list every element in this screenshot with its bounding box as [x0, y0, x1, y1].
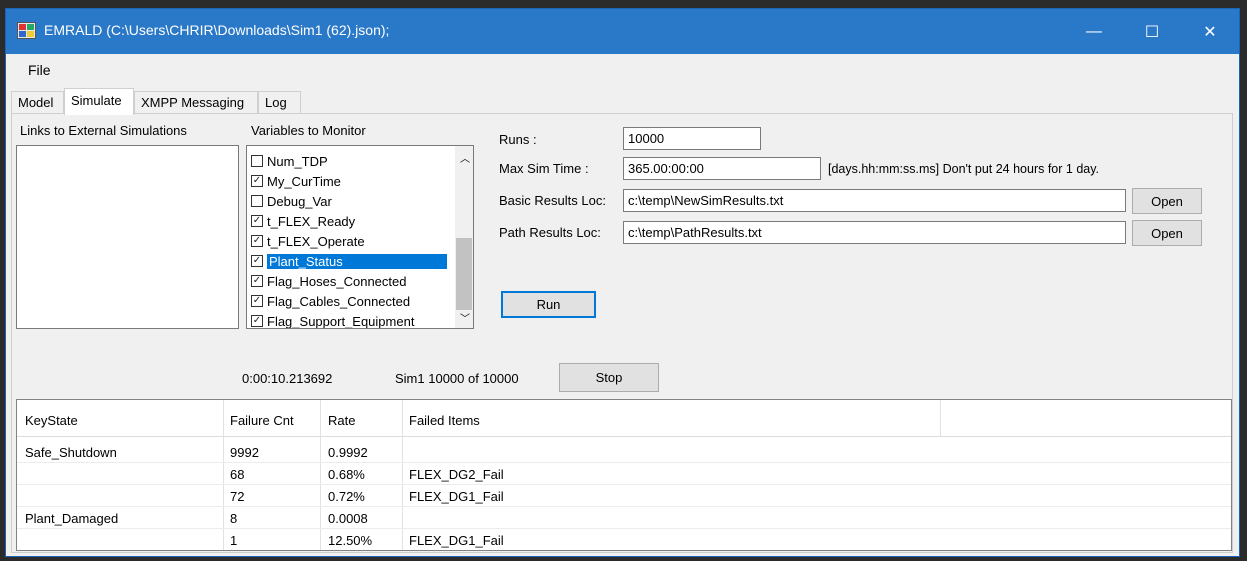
scroll-up-arrow-icon[interactable]: ︿ — [460, 150, 470, 165]
checkbox-icon[interactable] — [251, 195, 263, 207]
table-cell[interactable]: FLEX_DG2_Fail — [409, 467, 504, 482]
external-simulations-list[interactable] — [16, 145, 239, 329]
variable-name: t_FLEX_Ready — [267, 213, 356, 229]
runs-input[interactable]: 10000 — [623, 127, 761, 150]
variable-item[interactable]: ✓ Flag_Hoses_Connected — [251, 271, 406, 291]
column-header-failed-items[interactable]: Failed Items — [409, 413, 480, 428]
open-path-results-button[interactable]: Open — [1132, 220, 1202, 246]
variable-name: Flag_Hoses_Connected — [267, 273, 407, 289]
table-cell[interactable]: 9992 — [230, 445, 259, 460]
variable-item[interactable]: ✓ Plant_Status — [251, 251, 447, 271]
variable-item[interactable]: ✓ Flag_Support_Equipment — [251, 311, 415, 329]
table-cell[interactable]: 0.68% — [328, 467, 365, 482]
table-cell[interactable]: 8 — [230, 511, 237, 526]
minimize-button[interactable]: — — [1065, 9, 1123, 54]
table-cell[interactable]: 1 — [230, 533, 237, 548]
basic-results-loc-input[interactable]: c:\temp\NewSimResults.txt — [623, 189, 1126, 212]
table-cell[interactable]: 12.50% — [328, 533, 372, 548]
time-format-hint: [days.hh:mm:ss.ms] Don't put 24 hours fo… — [828, 162, 1100, 176]
table-cell[interactable]: Plant_Damaged — [25, 511, 118, 526]
maximize-button[interactable]: ☐ — [1123, 9, 1181, 54]
variable-name: t_FLEX_Operate — [267, 233, 365, 249]
menu-file[interactable]: File — [28, 62, 51, 78]
variable-name: Num_TDP — [267, 153, 328, 169]
checkbox-checked-icon[interactable]: ✓ — [251, 275, 263, 287]
variable-item[interactable]: ✓ Flag_Cables_Connected — [251, 291, 410, 311]
runs-label: Runs : — [499, 132, 537, 147]
checkbox-icon[interactable] — [251, 155, 263, 167]
simulation-progress: Sim1 10000 of 10000 — [395, 371, 519, 386]
table-cell[interactable]: 0.72% — [328, 489, 365, 504]
table-cell[interactable]: 72 — [230, 489, 244, 504]
tab-xmpp-messaging[interactable]: XMPP Messaging — [134, 91, 258, 113]
table-cell[interactable]: FLEX_DG1_Fail — [409, 533, 504, 548]
max-sim-time-input[interactable]: 365.00:00:00 — [623, 157, 821, 180]
close-button[interactable]: ✕ — [1181, 9, 1239, 54]
checkbox-checked-icon[interactable]: ✓ — [251, 215, 263, 227]
window-title: EMRALD (C:\Users\CHRIR\Downloads\Sim1 (6… — [44, 22, 390, 38]
tab-simulate[interactable]: Simulate — [64, 88, 134, 115]
table-cell[interactable]: 0.9992 — [328, 445, 368, 460]
checkbox-checked-icon[interactable]: ✓ — [251, 315, 263, 327]
links-panel-title: Links to External Simulations — [20, 123, 187, 138]
tab-log[interactable]: Log — [258, 91, 301, 113]
table-cell[interactable]: 0.0008 — [328, 511, 368, 526]
variable-name: Flag_Support_Equipment — [267, 313, 415, 329]
table-cell[interactable]: FLEX_DG1_Fail — [409, 489, 504, 504]
variable-item[interactable]: Debug_Var — [251, 191, 332, 211]
scroll-down-arrow-icon[interactable]: ﹀ — [460, 310, 470, 325]
table-cell[interactable]: Safe_Shutdown — [25, 445, 117, 460]
menu-bar: File — [6, 54, 1239, 88]
variable-item[interactable]: ✓ t_FLEX_Ready — [251, 211, 355, 231]
results-table[interactable]: KeyState Failure Cnt Rate Failed Items S… — [16, 399, 1232, 551]
path-results-loc-input[interactable]: c:\temp\PathResults.txt — [623, 221, 1126, 244]
variable-item[interactable]: Num_TDP — [251, 151, 328, 171]
variable-name: My_CurTime — [267, 173, 341, 189]
app-window: EMRALD (C:\Users\CHRIR\Downloads\Sim1 (6… — [5, 8, 1240, 557]
variable-item[interactable]: ✓ My_CurTime — [251, 171, 341, 191]
variable-name: Debug_Var — [267, 193, 332, 209]
variable-name: Plant_Status — [267, 253, 447, 269]
variable-item[interactable]: ✓ t_FLEX_Operate — [251, 231, 365, 251]
table-cell[interactable]: 68 — [230, 467, 244, 482]
column-header-rate[interactable]: Rate — [328, 413, 355, 428]
checkbox-checked-icon[interactable]: ✓ — [251, 255, 263, 267]
variable-name: Flag_Cables_Connected — [267, 293, 411, 309]
title-bar: EMRALD (C:\Users\CHRIR\Downloads\Sim1 (6… — [6, 9, 1239, 54]
open-basic-results-button[interactable]: Open — [1132, 188, 1202, 214]
checkbox-checked-icon[interactable]: ✓ — [251, 235, 263, 247]
checkbox-checked-icon[interactable]: ✓ — [251, 175, 263, 187]
tab-model[interactable]: Model — [11, 91, 64, 113]
max-sim-time-label: Max Sim Time : — [499, 161, 589, 176]
variables-scrollbar[interactable]: ︿ ﹀ — [455, 146, 473, 328]
column-header-keystate[interactable]: KeyState — [25, 413, 78, 428]
variables-panel-title: Variables to Monitor — [251, 123, 366, 138]
scroll-thumb[interactable] — [456, 238, 472, 310]
stop-button[interactable]: Stop — [559, 363, 659, 392]
checkbox-checked-icon[interactable]: ✓ — [251, 295, 263, 307]
app-icon — [17, 22, 36, 39]
column-header-failure-cnt[interactable]: Failure Cnt — [230, 413, 294, 428]
elapsed-time: 0:00:10.213692 — [242, 371, 333, 386]
path-results-loc-label: Path Results Loc: — [499, 225, 601, 240]
run-button[interactable]: Run — [501, 291, 596, 318]
variables-list[interactable]: Num_TDP ✓ My_CurTime Debug_Var ✓ t_FLEX_Ready… — [246, 145, 474, 329]
basic-results-loc-label: Basic Results Loc: — [499, 193, 606, 208]
